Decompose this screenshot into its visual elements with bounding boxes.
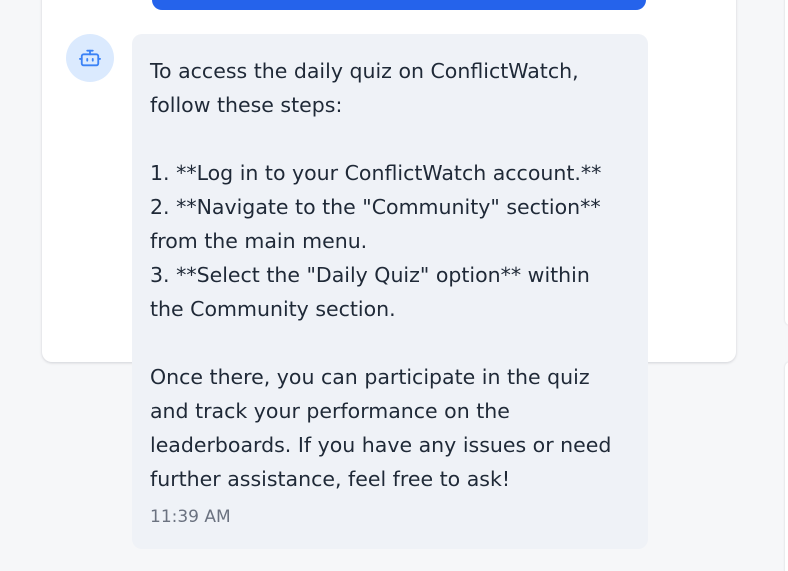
- assistant-message-bubble: To access the daily quiz on ConflictWatc…: [132, 34, 648, 549]
- primary-action-button[interactable]: [152, 0, 646, 10]
- bot-icon: [79, 49, 101, 67]
- message-outro: Once there, you can participate in the q…: [150, 365, 612, 491]
- message-intro: To access the daily quiz on ConflictWatc…: [150, 59, 579, 117]
- message-timestamp: 11:39 AM: [150, 507, 231, 527]
- message-step: 2. **Navigate to the "Community" section…: [150, 195, 601, 253]
- assistant-avatar: [66, 34, 114, 82]
- message-step: 3. **Select the "Daily Quiz" option** wi…: [150, 263, 590, 321]
- message-step: 1. **Log in to your ConflictWatch accoun…: [150, 161, 602, 185]
- chat-view: To access the daily quiz on ConflictWatc…: [0, 0, 788, 571]
